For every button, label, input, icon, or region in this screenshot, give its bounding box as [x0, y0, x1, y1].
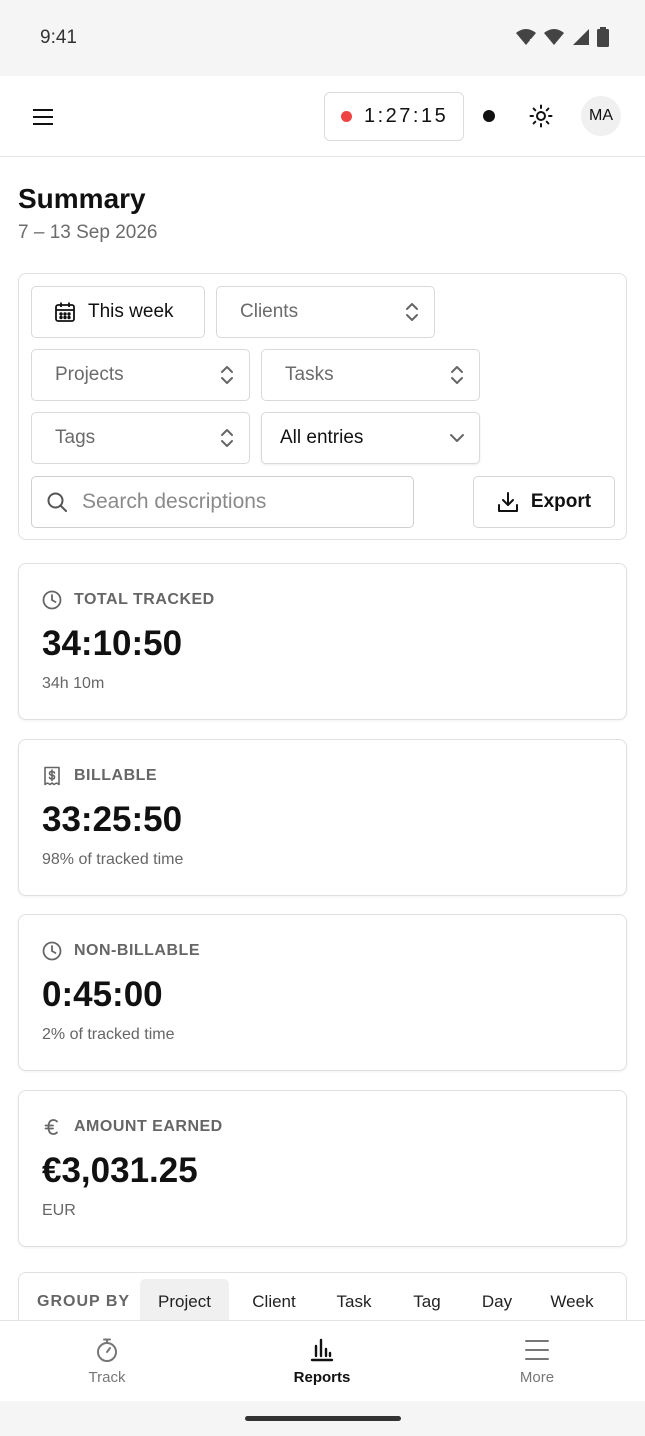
card-subtext: 34h 10m: [42, 675, 105, 692]
search-icon: [32, 491, 82, 513]
entries-select-value: All entries: [280, 427, 364, 448]
status-bar: 9:41: [0, 0, 645, 76]
date-range-filter-label: This week: [88, 301, 174, 322]
clock-icon: [42, 941, 62, 961]
entries-select[interactable]: All entries: [261, 412, 480, 464]
total-tracked-card: TOTAL TRACKED 34:10:50 34h 10m: [18, 563, 627, 720]
export-button-label: Export: [530, 491, 592, 512]
home-indicator[interactable]: [245, 1416, 401, 1421]
chevron-up-down-icon: [435, 365, 479, 385]
nav-track-label: Track: [88, 1369, 126, 1386]
download-icon: [497, 492, 518, 512]
tags-filter[interactable]: Tags: [31, 412, 250, 464]
group-by-tab-week[interactable]: Week: [539, 1279, 605, 1325]
card-label: AMOUNT EARNED: [74, 1118, 223, 1135]
running-timer-button[interactable]: 1:27:15: [324, 92, 464, 141]
non-billable-card: NON-BILLABLE 0:45:00 2% of tracked time: [18, 914, 627, 1071]
status-time: 9:41: [40, 27, 77, 48]
amount-earned-card: AMOUNT EARNED €3,031.25 EUR: [18, 1090, 627, 1247]
group-by-tab-project[interactable]: Project: [140, 1279, 229, 1325]
date-range-filter[interactable]: This week: [31, 286, 205, 338]
sun-icon: [529, 104, 553, 128]
wifi-icon: [516, 29, 536, 45]
card-value: 34:10:50: [42, 624, 183, 663]
group-by-tab-client[interactable]: Client: [239, 1279, 309, 1325]
group-by-tab-day[interactable]: Day: [467, 1279, 527, 1325]
wifi-icon: [544, 29, 564, 45]
stopwatch-icon: [97, 1338, 117, 1362]
billable-card: BILLABLE 33:25:50 98% of tracked time: [18, 739, 627, 896]
app-header: 1:27:15 MA: [0, 76, 645, 157]
theme-toggle-button[interactable]: [525, 100, 557, 132]
cell-signal-icon: [573, 29, 589, 45]
chevron-up-down-icon: [205, 428, 249, 448]
clients-filter[interactable]: Clients: [216, 286, 435, 338]
search-field: [31, 476, 414, 528]
export-button[interactable]: Export: [473, 476, 615, 528]
card-label: TOTAL TRACKED: [74, 591, 215, 608]
nav-more-label: More: [519, 1369, 555, 1386]
nav-reports[interactable]: Reports: [262, 1337, 382, 1386]
nav-reports-label: Reports: [293, 1369, 351, 1386]
card-value: 33:25:50: [42, 800, 183, 839]
page-title: Summary: [18, 183, 146, 214]
projects-filter-label: Projects: [55, 364, 124, 385]
group-by-label: GROUP BY: [37, 1293, 131, 1310]
hamburger-icon: [33, 109, 53, 125]
projects-filter[interactable]: Projects: [31, 349, 250, 401]
nav-more[interactable]: More: [477, 1337, 597, 1386]
card-subtext: EUR: [42, 1202, 76, 1219]
gesture-area: [0, 1401, 645, 1436]
card-subtext: 98% of tracked time: [42, 851, 184, 868]
card-subtext: 2% of tracked time: [42, 1026, 175, 1043]
user-avatar[interactable]: MA: [581, 96, 621, 136]
calendar-icon: [55, 302, 75, 322]
bar-chart-icon: [310, 1338, 334, 1362]
system-icons: [515, 27, 609, 47]
menu-button[interactable]: [26, 100, 60, 134]
group-by-tab-task[interactable]: Task: [319, 1279, 389, 1325]
receipt-dollar-icon: [44, 766, 60, 786]
search-input[interactable]: [82, 490, 402, 514]
battery-icon: [597, 27, 609, 47]
timer-display: 1:27:15: [364, 105, 449, 127]
recording-dot-icon: [341, 111, 352, 122]
menu-icon: [525, 1340, 549, 1360]
chevron-up-down-icon: [390, 302, 434, 322]
bottom-navigation: Track Reports More: [0, 1320, 645, 1401]
date-range: 7 – 13 Sep 2026: [18, 222, 158, 243]
card-label: NON-BILLABLE: [74, 942, 200, 959]
nav-track[interactable]: Track: [47, 1337, 167, 1386]
chevron-up-down-icon: [205, 365, 249, 385]
clients-filter-label: Clients: [240, 301, 299, 322]
card-value: 0:45:00: [42, 975, 163, 1014]
clock-icon: [42, 590, 62, 610]
tags-filter-label: Tags: [55, 427, 96, 448]
card-value: €3,031.25: [42, 1151, 198, 1190]
filters-panel: This week Clients Projects Tasks Tags Al…: [18, 273, 627, 540]
tasks-filter[interactable]: Tasks: [261, 349, 480, 401]
status-dot-icon: [483, 110, 495, 122]
tasks-filter-label: Tasks: [285, 364, 334, 385]
card-label: BILLABLE: [74, 767, 158, 784]
euro-icon: [44, 1119, 58, 1135]
chevron-down-icon: [435, 433, 479, 443]
group-by-tab-tag[interactable]: Tag: [397, 1279, 457, 1325]
